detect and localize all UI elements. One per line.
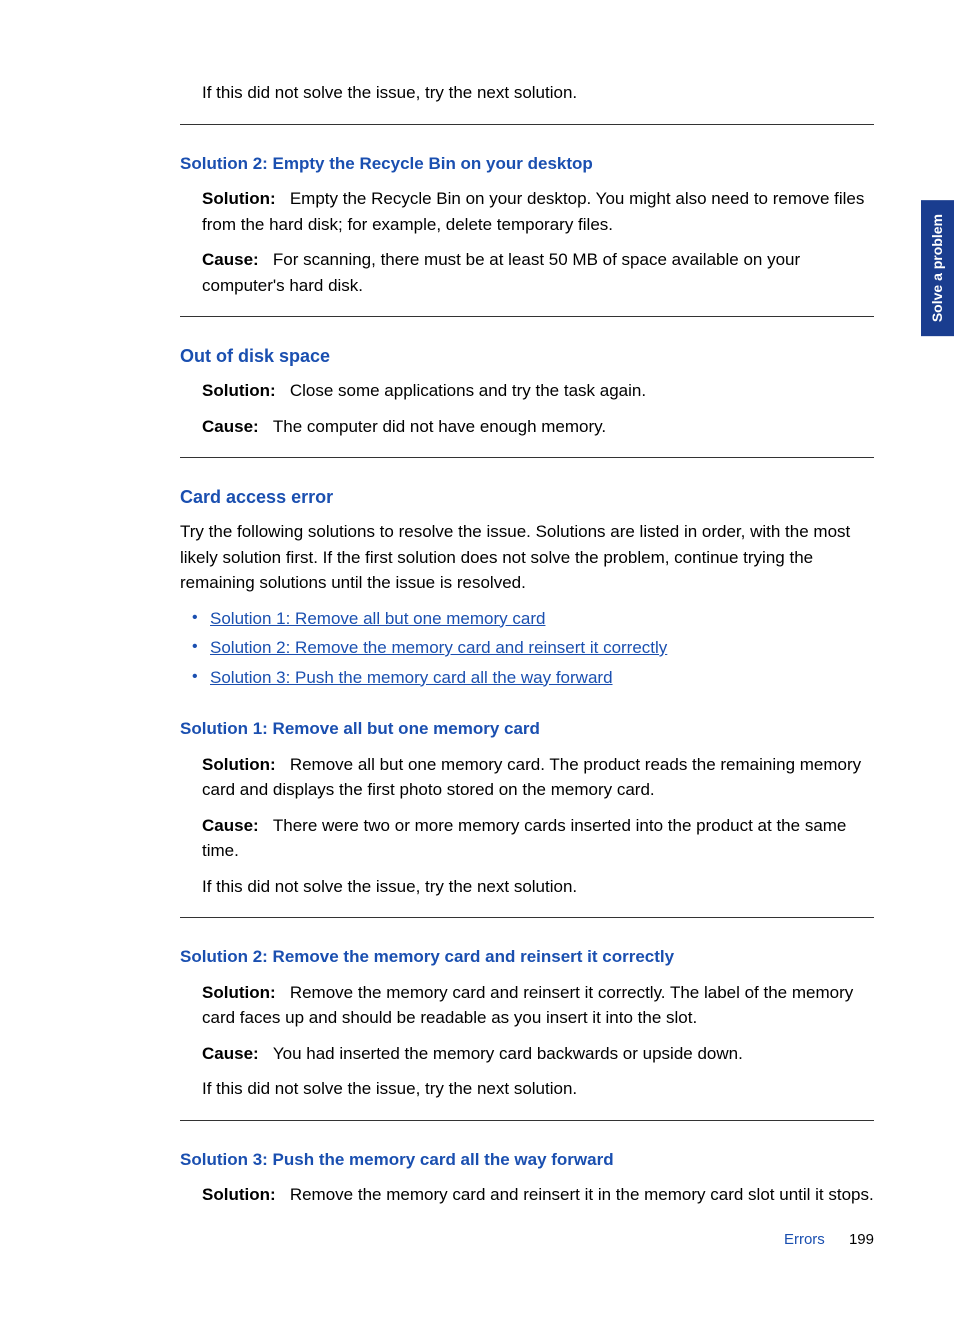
- solution-text: Remove the memory card and reinsert it i…: [290, 1185, 874, 1204]
- footer-section-label: Errors: [784, 1231, 825, 1248]
- cause-text: The computer did not have enough memory.: [273, 417, 606, 436]
- solution-label: Solution:: [202, 189, 276, 208]
- card-sol2-solution: Solution: Remove the memory card and rei…: [180, 980, 874, 1031]
- card-sol2-heading: Solution 2: Remove the memory card and r…: [180, 944, 874, 970]
- page-footer: Errors 199: [784, 1229, 874, 1252]
- list-item: Solution 1: Remove all but one memory ca…: [188, 606, 874, 632]
- out-of-disk-cause: Cause: The computer did not have enough …: [180, 414, 874, 440]
- cause-label: Cause:: [202, 417, 259, 436]
- list-item: Solution 2: Remove the memory card and r…: [188, 635, 874, 661]
- cause-text: There were two or more memory cards inse…: [202, 816, 846, 861]
- list-item: Solution 3: Push the memory card all the…: [188, 665, 874, 691]
- card-sol3-solution: Solution: Remove the memory card and rei…: [180, 1182, 874, 1208]
- card-sol2-cause: Cause: You had inserted the memory card …: [180, 1041, 874, 1067]
- divider: [180, 316, 874, 317]
- solution-label: Solution:: [202, 983, 276, 1002]
- cause-label: Cause:: [202, 1044, 259, 1063]
- solution-text: Remove all but one memory card. The prod…: [202, 755, 861, 800]
- footer-page-number: 199: [849, 1231, 874, 1248]
- card-access-links: Solution 1: Remove all but one memory ca…: [180, 606, 874, 691]
- card-sol2-try-next: If this did not solve the issue, try the…: [180, 1076, 874, 1102]
- side-tab: Solve a problem: [921, 200, 954, 336]
- card-sol1-heading: Solution 1: Remove all but one memory ca…: [180, 716, 874, 742]
- divider: [180, 1120, 874, 1121]
- solution-text: Remove the memory card and reinsert it c…: [202, 983, 853, 1028]
- card-access-intro: Try the following solutions to resolve t…: [180, 519, 874, 596]
- cause-label: Cause:: [202, 816, 259, 835]
- solution2-recycle-heading: Solution 2: Empty the Recycle Bin on you…: [180, 151, 874, 177]
- divider: [180, 457, 874, 458]
- out-of-disk-solution: Solution: Close some applications and tr…: [180, 378, 874, 404]
- solution2-recycle-solution: Solution: Empty the Recycle Bin on your …: [180, 186, 874, 237]
- solution-text: Close some applications and try the task…: [290, 381, 646, 400]
- intro-try-next: If this did not solve the issue, try the…: [180, 80, 874, 106]
- link-solution-2[interactable]: Solution 2: Remove the memory card and r…: [210, 638, 667, 657]
- link-solution-3[interactable]: Solution 3: Push the memory card all the…: [210, 668, 613, 687]
- card-sol1-try-next: If this did not solve the issue, try the…: [180, 874, 874, 900]
- divider: [180, 917, 874, 918]
- cause-text: For scanning, there must be at least 50 …: [202, 250, 800, 295]
- divider: [180, 124, 874, 125]
- solution-text: Empty the Recycle Bin on your desktop. Y…: [202, 189, 864, 234]
- solution-label: Solution:: [202, 755, 276, 774]
- card-access-heading: Card access error: [180, 484, 874, 511]
- solution-label: Solution:: [202, 1185, 276, 1204]
- card-sol1-solution: Solution: Remove all but one memory card…: [180, 752, 874, 803]
- card-sol3-heading: Solution 3: Push the memory card all the…: [180, 1147, 874, 1173]
- out-of-disk-heading: Out of disk space: [180, 343, 874, 370]
- page-content: If this did not solve the issue, try the…: [0, 0, 954, 1248]
- card-sol1-cause: Cause: There were two or more memory car…: [180, 813, 874, 864]
- solution-label: Solution:: [202, 381, 276, 400]
- link-solution-1[interactable]: Solution 1: Remove all but one memory ca…: [210, 609, 545, 628]
- cause-label: Cause:: [202, 250, 259, 269]
- solution2-recycle-cause: Cause: For scanning, there must be at le…: [180, 247, 874, 298]
- cause-text: You had inserted the memory card backwar…: [273, 1044, 743, 1063]
